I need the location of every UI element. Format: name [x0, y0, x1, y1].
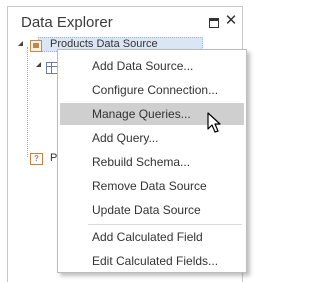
expand-arrow-icon[interactable] — [36, 62, 41, 67]
menu-item-configure-connection[interactable]: Configure Connection... — [60, 79, 244, 101]
menu-item-add-data-source[interactable]: Add Data Source... — [60, 55, 244, 77]
tree-guide-line — [27, 47, 28, 157]
close-icon[interactable]: ✕ — [224, 12, 238, 30]
menu-item-update-data-source[interactable]: Update Data Source — [60, 199, 244, 221]
pin-icon[interactable] — [207, 16, 221, 30]
expand-arrow-icon[interactable] — [18, 41, 23, 46]
menu-item-edit-calculated-fields[interactable]: Edit Calculated Fields... — [60, 250, 244, 272]
mouse-cursor-icon — [207, 112, 221, 133]
context-menu: Add Data Source... Configure Connection.… — [57, 49, 247, 273]
menu-item-add-calculated-field[interactable]: Add Calculated Field — [60, 226, 244, 248]
data-source-icon — [30, 40, 42, 52]
menu-item-remove-data-source[interactable]: Remove Data Source — [60, 175, 244, 197]
query-parameters-icon: ? — [30, 153, 43, 165]
menu-separator — [88, 224, 242, 225]
panel-title: Data Explorer — [21, 14, 113, 31]
menu-item-rebuild-schema[interactable]: Rebuild Schema... — [60, 151, 244, 173]
